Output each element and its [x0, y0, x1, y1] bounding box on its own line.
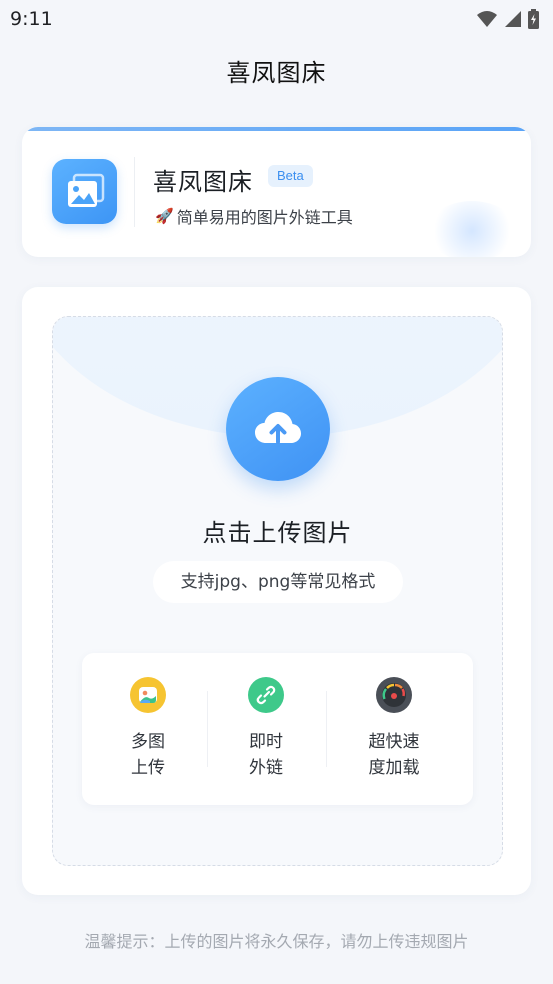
- feature-divider: [326, 691, 327, 767]
- upload-card: 点击上传图片 支持jpg、png等常见格式 多图 上传 即时 外链 超快速 度加…: [22, 287, 531, 895]
- upload-title: 点击上传图片: [202, 519, 353, 547]
- link-icon: [248, 677, 284, 713]
- status-bar: 9:11: [0, 0, 553, 38]
- features-panel: 多图 上传 即时 外链 超快速 度加载: [82, 653, 473, 805]
- brand-tagline-text: 简单易用的图片外链工具: [176, 208, 353, 227]
- brand-card: 喜凤图床 Beta 🚀 简单易用的图片外链工具: [22, 127, 531, 257]
- battery-charging-icon: [528, 9, 539, 29]
- brand-card-glow: [427, 201, 517, 257]
- feature-instant-link: 即时 外链: [207, 653, 325, 805]
- feature-fast-loading: 超快速 度加载: [335, 653, 453, 805]
- beta-badge: Beta: [268, 165, 313, 187]
- feature-label: 即时 外链: [249, 732, 283, 778]
- feature-multi-upload: 多图 上传: [89, 653, 207, 805]
- brand-tagline: 🚀 简单易用的图片外链工具: [155, 204, 353, 228]
- speedometer-icon: [376, 677, 412, 713]
- brand-divider: [134, 157, 135, 227]
- gallery-icon: [130, 677, 166, 713]
- signal-icon: [505, 11, 521, 27]
- app-header: 喜凤图床: [0, 40, 553, 100]
- images-icon: [67, 173, 104, 207]
- brand-name: 喜凤图床: [153, 168, 253, 196]
- upload-button[interactable]: [226, 377, 330, 481]
- rocket-icon: 🚀: [155, 207, 174, 225]
- wifi-icon: [477, 11, 497, 27]
- status-icons: [476, 9, 539, 29]
- feature-label: 超快速 度加载: [368, 732, 420, 778]
- footer-tip: 温馨提示：上传的图片将永久保存，请勿上传违规图片: [84, 932, 469, 951]
- supported-formats: 支持jpg、png等常见格式: [153, 561, 403, 603]
- page-title: 喜凤图床: [226, 58, 327, 87]
- upload-dropzone[interactable]: 点击上传图片 支持jpg、png等常见格式 多图 上传 即时 外链 超快速 度加…: [52, 316, 503, 866]
- brand-card-accent-bar: [22, 127, 531, 131]
- status-time: 9:11: [10, 8, 53, 30]
- cloud-upload-icon: [255, 412, 301, 444]
- feature-label: 多图 上传: [131, 732, 165, 778]
- brand-logo: [52, 159, 117, 224]
